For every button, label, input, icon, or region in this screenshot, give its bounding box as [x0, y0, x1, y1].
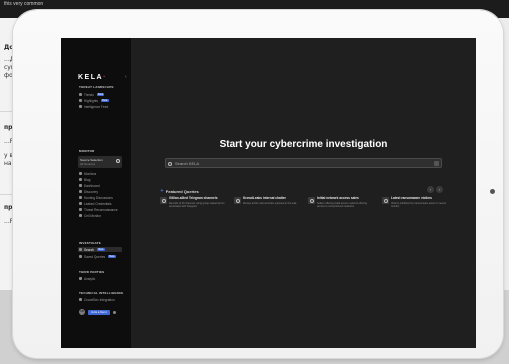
sidebar-item-dashboard[interactable]: Dashboard: [79, 183, 129, 188]
search-icon: [168, 161, 172, 166]
card-title: KrowdLeaks internal chatter: [243, 196, 286, 200]
featured-queries-list: Gillian-allied Telegram channels Records…: [160, 196, 450, 215]
sidebar-item-label: Monitors: [84, 171, 97, 176]
next-arrow-icon[interactable]: ›: [436, 186, 443, 193]
card-title: Initial network access sales: [317, 196, 359, 200]
card-title: Latest ransomware victims: [391, 196, 432, 200]
user-area: KB Invite a friend: [79, 309, 116, 315]
tablet-frame: KELA· ‹ THREAT LANDSCAPE Trends Beta High…: [13, 10, 503, 358]
beta-badge: Beta: [108, 255, 116, 258]
dashboard-icon: [79, 184, 82, 187]
main-content: Start your cybercrime investigation Sear…: [131, 38, 476, 348]
gear-icon[interactable]: [116, 159, 120, 163]
invite-button[interactable]: Invite a friend: [88, 309, 110, 315]
section-title-monitor: MONITOR: [79, 149, 95, 153]
sidebar-item-label: Saved Queries: [84, 254, 106, 259]
featured-query-card[interactable]: Initial network access sales Sellers off…: [308, 196, 374, 215]
analytics-icon: [79, 277, 82, 280]
sidebar-item-hunting-discussions[interactable]: Hunting Discussions: [79, 195, 129, 200]
featured-queries-header: ✦ Featured Queries: [160, 188, 199, 194]
sidebar-item-label: Leaked Credentials: [84, 201, 112, 206]
page-title: Start your cybercrime investigation: [219, 139, 388, 150]
search-placeholder: Search KELA: [175, 161, 200, 166]
search-input[interactable]: Search KELA: [165, 158, 442, 168]
sidebar-item-discovery[interactable]: Discovery: [79, 189, 129, 194]
background-top-text: this very common: [4, 1, 44, 7]
collapse-sidebar-icon[interactable]: ‹: [125, 74, 127, 80]
section-title-third-parties: THIRD PARTIES: [79, 270, 105, 274]
key-icon: [79, 202, 82, 205]
search-icon: [79, 248, 82, 251]
sidebar-item-threat-reconnaissance[interactable]: Threat Reconnaissance: [79, 207, 129, 212]
highlights-icon: [79, 99, 82, 102]
hunting-icon: [79, 196, 82, 199]
beta-badge: Beta: [96, 93, 105, 96]
beta-badge: Beta: [97, 248, 105, 251]
blog-icon: [79, 178, 82, 181]
sidebar-item-label: Hunting Discussions: [84, 195, 113, 200]
source-sub: All Sources: [80, 161, 96, 166]
sidebar-item-label: Discovery: [84, 189, 98, 194]
camera-dot: [490, 189, 495, 194]
sidebar: KELA· ‹ THREAT LANDSCAPE Trends Beta High…: [61, 38, 131, 348]
sidebar-item-blog[interactable]: Blog: [79, 177, 129, 182]
section-title-technical-intelligence: TECHNICAL INTELLIGENCE: [79, 291, 124, 295]
trends-icon: [79, 93, 82, 96]
discovery-icon: [79, 190, 82, 193]
source-selector[interactable]: Source Selection All Sources: [78, 156, 122, 168]
settings-icon[interactable]: [112, 310, 116, 314]
sidebar-item-highlights[interactable]: Highlights Beta: [79, 98, 129, 103]
sidebar-item-search[interactable]: Search Beta: [78, 247, 122, 252]
sidebar-item-cell-monitor[interactable]: Cell Monitor: [79, 213, 129, 218]
cell-icon: [79, 214, 82, 217]
card-description: Victims published by ransomware actors i…: [391, 201, 446, 208]
query-icon: [234, 197, 241, 204]
sidebar-item-crowdsec[interactable]: CrowdSec Integration: [79, 297, 129, 302]
sidebar-item-label: Blog: [84, 177, 91, 182]
sidebar-item-label: Cell Monitor: [84, 213, 102, 218]
card-title: Gillian-allied Telegram channels: [169, 196, 218, 200]
tablet-screen: KELA· ‹ THREAT LANDSCAPE Trends Beta High…: [61, 38, 476, 348]
section-title-threat-landscape: THREAT LANDSCAPE: [79, 85, 114, 89]
sidebar-item-label: Dashboard: [84, 183, 100, 188]
bookmark-icon: [79, 255, 82, 258]
sidebar-item-label: Search: [84, 247, 95, 252]
background-text: ...P: [4, 218, 14, 225]
featured-query-card[interactable]: Latest ransomware victims Victims publis…: [382, 196, 448, 215]
sidebar-item-monitors[interactable]: Monitors: [79, 171, 129, 176]
query-icon: [308, 197, 315, 204]
sidebar-item-label: Analytic: [84, 276, 96, 281]
sidebar-item-intelligence-feed[interactable]: Intelligence Feed: [79, 104, 129, 109]
sidebar-item-label: CrowdSec Integration: [84, 297, 115, 302]
featured-query-card[interactable]: KrowdLeaks internal chatter Review all t…: [234, 196, 300, 215]
star-icon: ✦: [160, 188, 164, 193]
query-icon: [382, 197, 389, 204]
featured-queries-nav: ‹ ›: [427, 186, 443, 193]
kela-logo[interactable]: KELA·: [78, 74, 107, 81]
sidebar-item-label: Intelligence Feed: [84, 104, 109, 109]
avatar[interactable]: KB: [79, 309, 85, 315]
integration-icon: [79, 298, 82, 301]
background-text: ...Р: [4, 138, 14, 145]
sidebar-item-label: Threat Reconnaissance: [84, 207, 118, 212]
previous-arrow-icon[interactable]: ‹: [427, 186, 434, 193]
featured-query-card[interactable]: Gillian-allied Telegram channels Records…: [160, 196, 226, 215]
card-description: Review all the internal chats exposed in…: [243, 201, 297, 205]
query-icon: [160, 197, 167, 204]
beta-badge: Beta: [101, 99, 109, 102]
sidebar-item-label: Trends: [84, 92, 94, 97]
feed-icon: [79, 105, 82, 108]
featured-queries-title: Featured Queries: [165, 188, 199, 194]
card-description: Sellers offering initial access network …: [317, 201, 367, 208]
section-title-investigate: INVESTIGATE: [79, 241, 101, 245]
sidebar-item-trends[interactable]: Trends Beta: [79, 92, 129, 97]
sidebar-item-label: Highlights: [84, 98, 98, 103]
monitors-icon: [79, 172, 82, 175]
card-description: Records of 20 channels using group-relat…: [169, 201, 225, 208]
search-options-button[interactable]: [434, 161, 439, 166]
sidebar-item-saved-queries[interactable]: Saved Queries Beta: [79, 254, 129, 259]
sidebar-item-leaked-credentials[interactable]: Leaked Credentials: [79, 201, 129, 206]
sidebar-item-analytic[interactable]: Analytic: [79, 276, 129, 281]
target-icon: [79, 208, 82, 211]
